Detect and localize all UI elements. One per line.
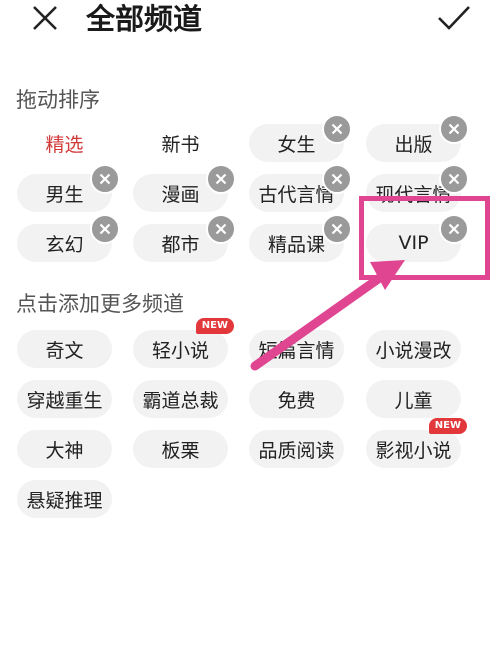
channel-chip-label: 板栗 (161, 439, 200, 462)
remove-channel-icon[interactable] (439, 114, 469, 144)
channel-chip-label: 大神 (45, 439, 84, 462)
channel-chip[interactable]: 穿越重生 (17, 380, 112, 418)
channel-chip-label: 免费 (277, 389, 316, 412)
channel-chip-label: 轻小说 (151, 339, 209, 362)
channel-chip[interactable]: 儿童 (366, 380, 461, 418)
page-title: 全部频道 (86, 2, 203, 36)
channel-chip-label: 男生 (45, 183, 84, 206)
close-icon[interactable] (30, 3, 60, 33)
channel-chip[interactable]: 小说漫改 (366, 330, 461, 368)
channel-chip[interactable]: 都市 (133, 214, 236, 262)
remove-channel-icon[interactable] (206, 164, 236, 194)
channel-chip[interactable]: 玄幻 (17, 214, 120, 262)
channel-chip[interactable]: 影视小说 NEW (366, 418, 467, 468)
header: 全部频道 (0, 0, 498, 50)
channel-chip[interactable]: 板栗 (133, 430, 228, 468)
channel-chip[interactable]: 古代言情 (249, 164, 352, 212)
channel-chip[interactable]: 短篇言情 (249, 330, 344, 368)
channel-chip[interactable]: 奇文 (17, 330, 112, 368)
channel-chip[interactable]: 轻小说 NEW (133, 318, 234, 368)
channel-chip[interactable]: 大神 (17, 430, 112, 468)
channel-chip[interactable]: 出版 (366, 114, 469, 162)
remove-channel-icon[interactable] (439, 164, 469, 194)
channel-chip-label: 新书 (161, 133, 200, 156)
channel-chip[interactable]: 霸道总裁 (133, 380, 228, 418)
channel-chip[interactable]: 免费 (249, 380, 344, 418)
channel-chip-label: 短篇言情 (258, 339, 335, 362)
channel-chip[interactable]: 品质阅读 (249, 430, 344, 468)
channel-chip-label: 悬疑推理 (26, 489, 103, 512)
channel-chip-label: 都市 (161, 233, 200, 256)
channel-chip-label: 精品课 (267, 233, 325, 256)
channel-chip-label: 精选 (45, 133, 84, 156)
channel-chip[interactable]: 漫画 (133, 164, 236, 212)
channel-chip-label: 女生 (277, 133, 316, 156)
channel-chip[interactable]: 新书 (133, 124, 228, 162)
channel-chip-label: 影视小说 (375, 439, 452, 462)
annotation-highlight-box (359, 196, 490, 280)
remove-channel-icon[interactable] (90, 164, 120, 194)
section-title-sort: 拖动排序 (16, 88, 100, 112)
channel-chip-label: 品质阅读 (258, 439, 335, 462)
remove-channel-icon[interactable] (322, 114, 352, 144)
channel-chip-label: 儿童 (394, 389, 433, 412)
check-icon[interactable] (436, 3, 472, 33)
remove-channel-icon[interactable] (322, 164, 352, 194)
channel-chip-label: 出版 (394, 133, 433, 156)
new-badge: NEW (428, 418, 467, 434)
remove-channel-icon[interactable] (90, 214, 120, 244)
remove-channel-icon[interactable] (206, 214, 236, 244)
channel-chip[interactable]: 悬疑推理 (17, 480, 112, 518)
channel-chip-label: 漫画 (161, 183, 200, 206)
channel-chip[interactable]: 男生 (17, 164, 120, 212)
channel-chip[interactable]: 精选 (17, 124, 112, 162)
channel-chip-label: 霸道总裁 (142, 389, 219, 412)
channel-chip-label: 小说漫改 (375, 339, 452, 362)
section-title-add: 点击添加更多频道 (16, 292, 184, 316)
channel-chip[interactable]: 精品课 (249, 214, 352, 262)
channel-chip[interactable]: 女生 (249, 114, 352, 162)
channel-chip-label: 穿越重生 (26, 389, 103, 412)
channel-chip-label: 玄幻 (45, 233, 84, 256)
new-badge: NEW (195, 318, 234, 334)
channel-chip-label: 奇文 (45, 339, 84, 362)
remove-channel-icon[interactable] (322, 214, 352, 244)
